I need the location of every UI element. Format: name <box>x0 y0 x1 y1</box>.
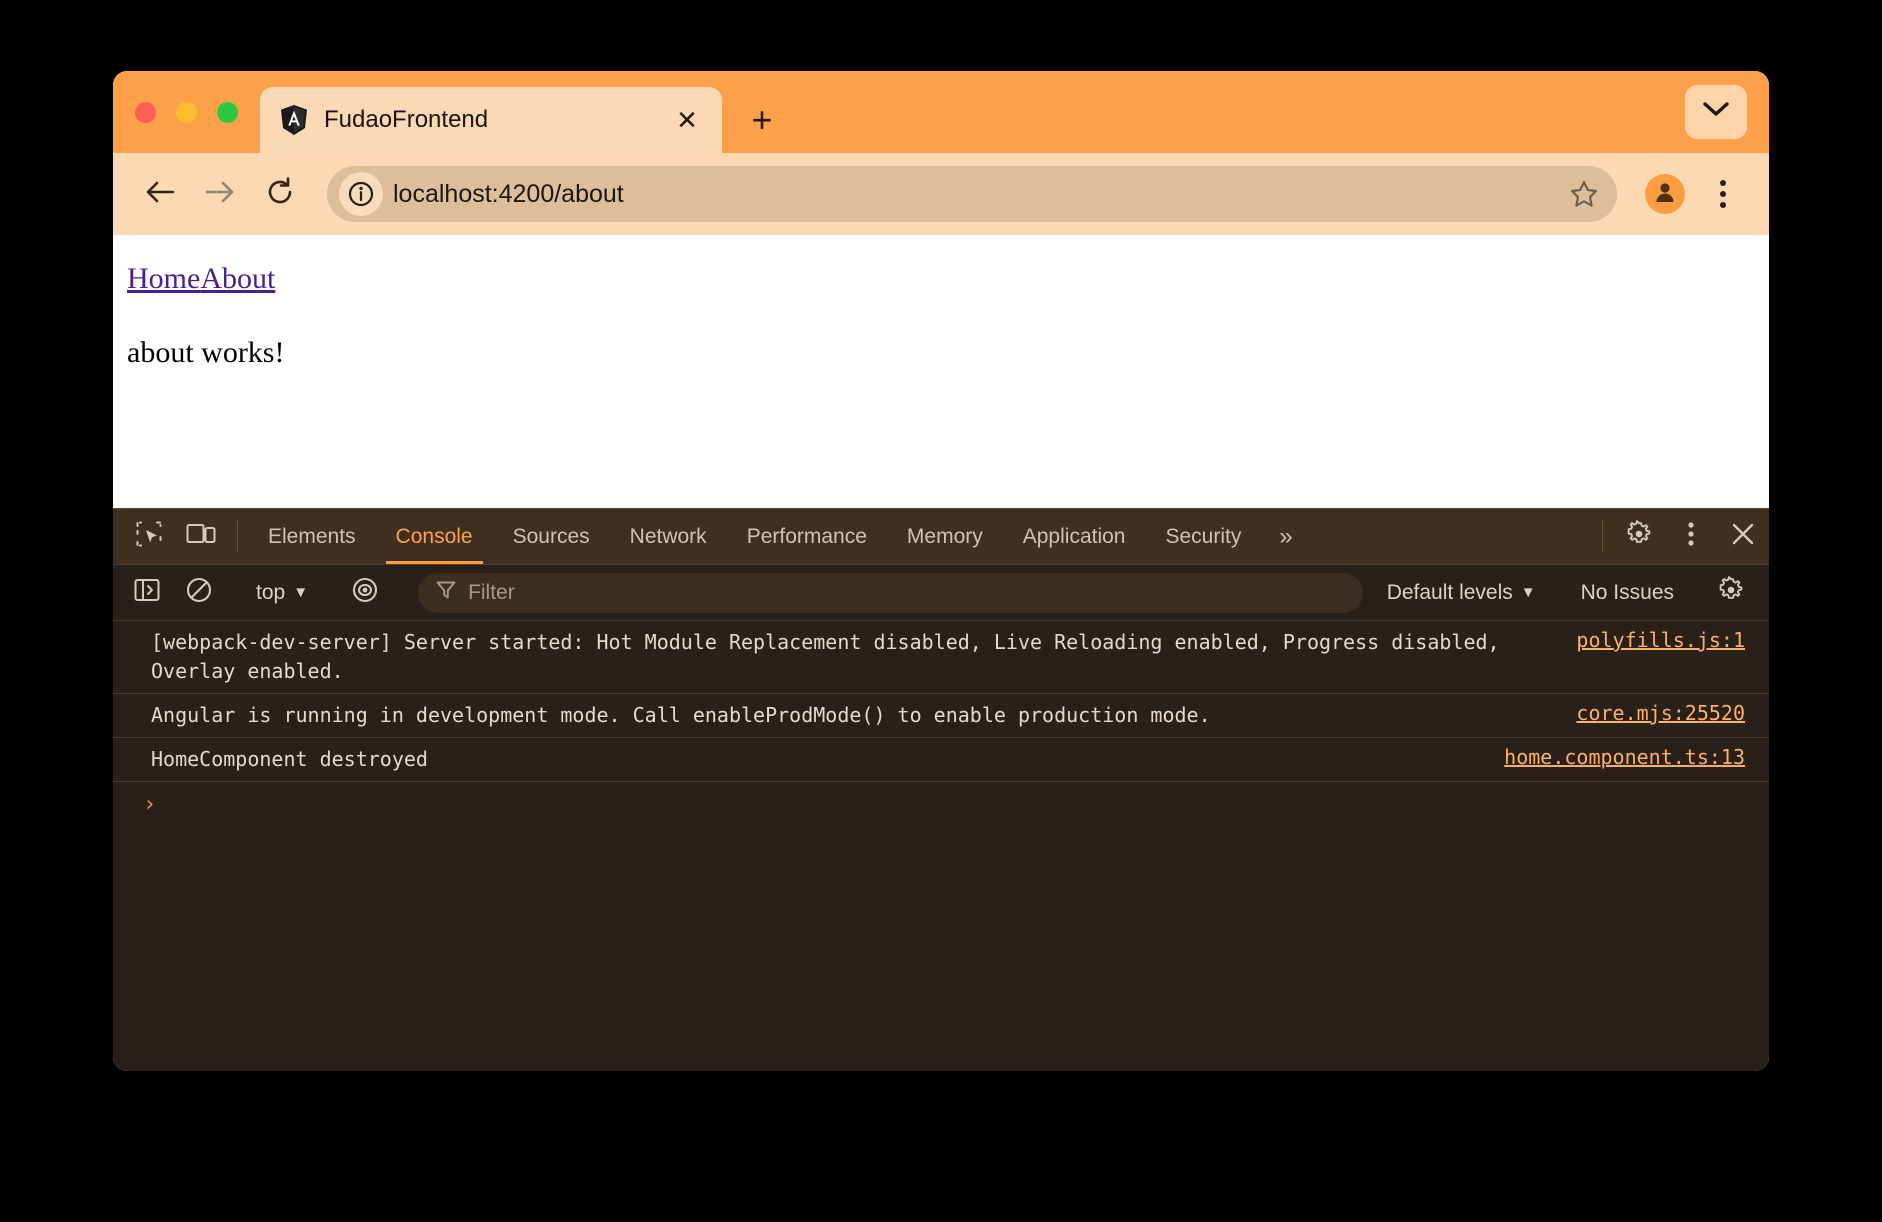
avatar-icon <box>1652 179 1678 210</box>
arrow-left-icon <box>144 179 176 210</box>
live-expression-button[interactable] <box>339 577 391 608</box>
kebab-menu-icon <box>1720 191 1726 197</box>
new-tab-button[interactable]: + <box>738 96 786 144</box>
devtools-panel: Elements Console Sources Network Perform… <box>113 508 1769 1071</box>
nav-link-home[interactable]: Home <box>127 262 200 295</box>
browser-window: FudaoFrontend ✕ + <box>113 71 1769 1071</box>
close-tab-button[interactable]: ✕ <box>670 103 704 137</box>
devtools-tab-performance[interactable]: Performance <box>727 509 887 564</box>
url-text[interactable]: localhost:4200/about <box>393 180 1551 209</box>
clear-console-icon <box>186 577 212 608</box>
inspect-element-button[interactable] <box>123 509 175 564</box>
console-message-text: HomeComponent destroyed <box>151 745 1484 774</box>
page-viewport: HomeAbout about works! <box>113 235 1769 508</box>
gear-icon <box>1625 520 1653 553</box>
console-settings-button[interactable] <box>1705 576 1757 609</box>
site-info-icon[interactable] <box>339 172 383 216</box>
console-log-levels-selector[interactable]: Default levels ▼ <box>1373 581 1550 605</box>
chevron-down-icon: ▼ <box>1521 584 1536 601</box>
devtools-tab-application[interactable]: Application <box>1003 509 1146 564</box>
divider <box>1602 521 1603 552</box>
filter-icon <box>436 580 456 605</box>
console-prompt[interactable]: › <box>113 782 1769 828</box>
close-window-button[interactable] <box>135 102 156 123</box>
devtools-tab-security[interactable]: Security <box>1145 509 1261 564</box>
devtools-tab-elements[interactable]: Elements <box>248 509 376 564</box>
console-message[interactable]: Angular is running in development mode. … <box>113 694 1769 738</box>
console-message-source[interactable]: polyfills.js:1 <box>1576 628 1745 652</box>
browser-tab-active[interactable]: FudaoFrontend ✕ <box>260 87 722 153</box>
back-button[interactable] <box>133 167 187 221</box>
divider <box>237 521 238 552</box>
devtools-tab-console[interactable]: Console <box>376 509 493 564</box>
console-message-list[interactable]: [webpack-dev-server] Server started: Hot… <box>113 621 1769 1071</box>
devtools-tab-memory[interactable]: Memory <box>887 509 1003 564</box>
devtools-settings-button[interactable] <box>1613 509 1665 564</box>
chevron-down-icon: ▼ <box>293 584 308 601</box>
reload-button[interactable] <box>253 167 307 221</box>
inspect-element-icon <box>136 521 162 552</box>
console-message-text: Angular is running in development mode. … <box>151 701 1556 730</box>
device-toolbar-icon <box>186 522 216 551</box>
maximize-window-button[interactable] <box>217 102 238 123</box>
kebab-menu-icon <box>1687 521 1695 552</box>
console-sidebar-icon <box>134 578 160 607</box>
console-filter-input[interactable]: Filter <box>418 573 1363 613</box>
tab-search-button[interactable] <box>1685 85 1747 139</box>
browser-menu-button[interactable] <box>1701 170 1745 218</box>
minimize-window-button[interactable] <box>176 102 197 123</box>
live-expression-icon <box>350 577 380 608</box>
levels-label: Default levels <box>1387 581 1513 605</box>
devtools-close-button[interactable] <box>1717 509 1769 564</box>
console-context-selector[interactable]: top ▼ <box>242 581 322 605</box>
angular-logo-icon <box>280 105 308 135</box>
console-message-source[interactable]: home.component.ts:13 <box>1504 745 1745 769</box>
console-message-text: [webpack-dev-server] Server started: Hot… <box>151 628 1556 686</box>
close-icon <box>1730 521 1756 552</box>
devtools-more-options-button[interactable] <box>1665 509 1717 564</box>
bookmark-star-icon[interactable] <box>1561 171 1607 217</box>
window-controls <box>135 71 238 153</box>
browser-toolbar: localhost:4200/about <box>113 153 1769 235</box>
spacer <box>1311 509 1592 564</box>
address-bar[interactable]: localhost:4200/about <box>327 166 1617 222</box>
devtools-tab-network[interactable]: Network <box>610 509 727 564</box>
page-nav: HomeAbout <box>127 260 1769 298</box>
nav-link-about[interactable]: About <box>200 262 275 295</box>
tab-title: FudaoFrontend <box>324 106 654 134</box>
console-message[interactable]: HomeComponent destroyed home.component.t… <box>113 738 1769 782</box>
tab-strip: FudaoFrontend ✕ + <box>113 71 1769 153</box>
issues-counter[interactable]: No Issues <box>1567 581 1688 605</box>
console-prompt-caret-icon: › <box>143 794 156 816</box>
console-toolbar: top ▼ Fi <box>113 565 1769 621</box>
console-message[interactable]: [webpack-dev-server] Server started: Hot… <box>113 621 1769 694</box>
profile-avatar[interactable] <box>1645 174 1685 214</box>
chevron-down-icon <box>1702 101 1730 124</box>
device-toolbar-button[interactable] <box>175 509 227 564</box>
filter-placeholder: Filter <box>468 581 515 605</box>
gear-icon <box>1717 576 1745 609</box>
devtools-more-tabs-button[interactable]: » <box>1261 509 1310 564</box>
devtools-tab-sources[interactable]: Sources <box>493 509 610 564</box>
reload-icon <box>265 177 295 212</box>
kebab-menu-icon <box>1720 202 1726 208</box>
devtools-tabbar: Elements Console Sources Network Perform… <box>113 509 1769 565</box>
arrow-right-icon <box>204 179 236 210</box>
context-label: top <box>256 581 285 605</box>
console-sidebar-toggle[interactable] <box>121 578 173 607</box>
forward-button[interactable] <box>193 167 247 221</box>
console-message-source[interactable]: core.mjs:25520 <box>1576 701 1745 725</box>
page-body-text: about works! <box>127 336 1769 370</box>
clear-console-button[interactable] <box>173 577 225 608</box>
kebab-menu-icon <box>1720 180 1726 186</box>
